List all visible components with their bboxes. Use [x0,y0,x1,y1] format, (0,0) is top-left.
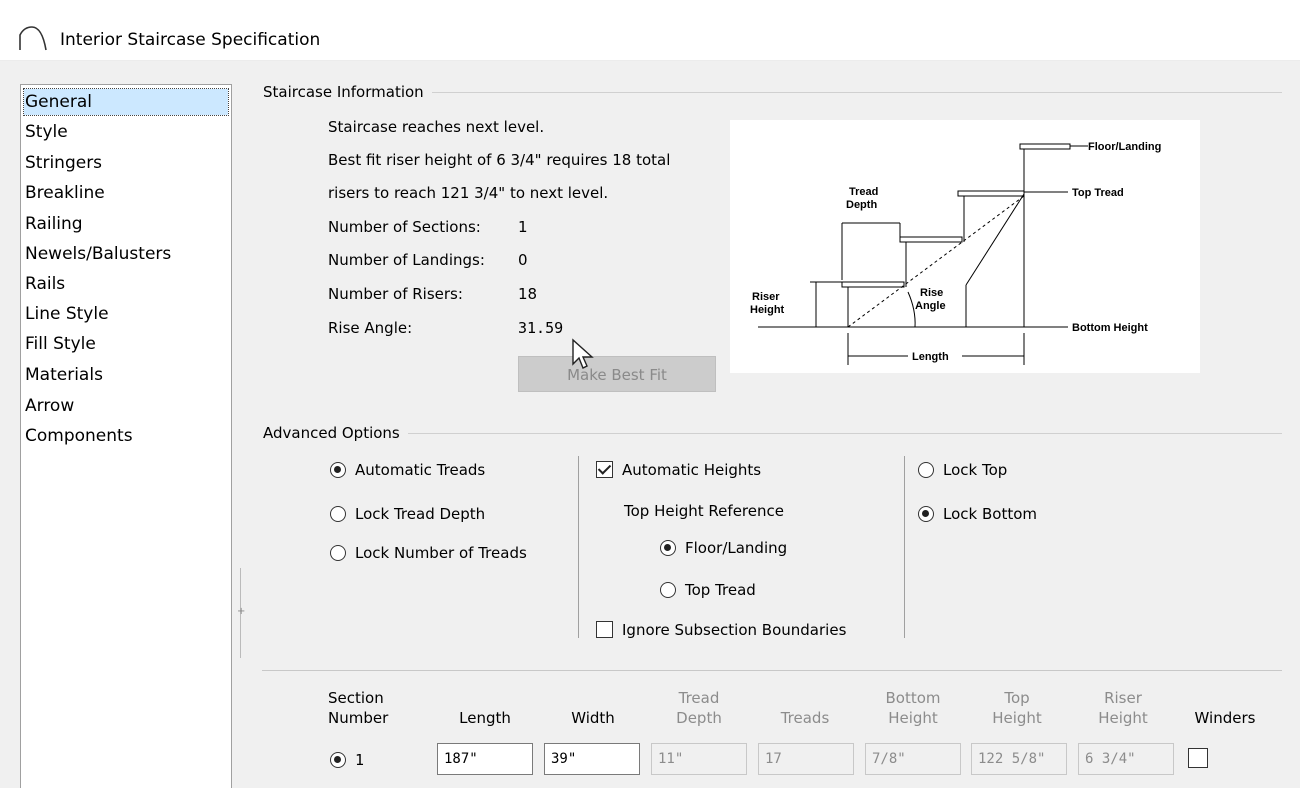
floor-landing-label: Floor/Landing [685,539,788,557]
lock-number-of-treads-radio[interactable]: Lock Number of Treads [330,541,527,565]
make-best-fit-button[interactable]: Make Best Fit [518,356,716,392]
advanced-group-label: Advanced Options [263,424,408,442]
checkbox-unchecked-icon [1188,747,1208,768]
nav-item-railing[interactable]: Railing [24,211,83,237]
staircase-diagram: Floor/Landing Top Tread Tread Depth Rise… [730,120,1200,373]
lock-tread-depth-radio[interactable]: Lock Tread Depth [330,502,485,526]
label-riser: Riser [752,291,780,303]
splitter-grip-icon[interactable]: + [237,606,245,617]
landings-value: 0 [518,251,528,269]
header-treads: Treads [780,709,830,727]
info-group-label: Staircase Information [263,83,432,101]
info-best-fit-text: Best fit riser height of 6 3/4" requires… [328,151,671,169]
separator-left [578,456,579,638]
radio-unselected-icon [660,581,676,598]
label-top-tread: Top Tread [1072,187,1124,199]
risers-label: Number of Risers: [328,285,463,303]
floor-landing-radio[interactable]: Floor/Landing [660,536,787,560]
label-angle: Angle [915,300,946,312]
mouse-cursor-icon [572,338,594,369]
lock-tread-depth-label: Lock Tread Depth [355,505,486,523]
bottom-height-input: 7/8" [865,743,961,775]
info-risers-text: risers to reach 121 3/4" to next level. [328,184,609,202]
top-height-reference-label: Top Height Reference [624,502,784,520]
radio-selected-icon [660,539,676,556]
winders-checkbox[interactable] [1188,747,1217,769]
top-tread-label: Top Tread [685,581,756,599]
sections-value: 1 [518,218,528,236]
separator-right [904,456,905,638]
section-1-radio[interactable]: 1 [330,748,364,772]
label-length: Length [912,351,949,363]
treads-input: 17 [758,743,854,775]
landings-label: Number of Landings: [328,251,485,269]
label-floor-landing: Floor/Landing [1088,141,1161,153]
checkbox-checked-icon [596,461,613,478]
header-section-number: Section Number [328,689,389,727]
rise-angle-label: Rise Angle: [328,319,413,337]
automatic-treads-radio[interactable]: Automatic Treads [330,458,485,482]
tread-depth-input: 11" [651,743,747,775]
width-input[interactable]: 39" [544,743,640,775]
lock-bottom-radio[interactable]: Lock Bottom [918,502,1037,526]
radio-unselected-icon [330,505,346,522]
label-depth: Depth [846,199,877,211]
sections-label: Number of Sections: [328,218,481,236]
nav-item-components[interactable]: Components [24,423,133,449]
header-winders: Winders [1194,709,1256,727]
nav-item-breakline[interactable]: Breakline [24,180,105,206]
top-height-input: 122 5/8" [971,743,1067,775]
automatic-treads-label: Automatic Treads [355,461,486,479]
category-list[interactable]: General Style Stringers Breakline Railin… [20,84,232,788]
advanced-group-line [270,433,1282,434]
nav-item-stringers[interactable]: Stringers [24,150,102,176]
length-input[interactable]: 187" [437,743,533,775]
window-title: Interior Staircase Specification [60,30,321,50]
risers-value: 18 [518,285,538,303]
lock-bottom-label: Lock Bottom [943,505,1037,523]
label-tread: Tread [849,186,878,198]
table-separator [262,670,1282,671]
ignore-subsection-checkbox[interactable]: Ignore Subsection Boundaries [596,618,846,642]
nav-item-rails[interactable]: Rails [24,271,65,297]
top-tread-radio[interactable]: Top Tread [660,578,756,602]
lock-number-of-treads-label: Lock Number of Treads [355,544,527,562]
radio-selected-icon [330,751,346,768]
radio-selected-icon [918,505,934,522]
header-riser-height: Riser Height [1098,689,1148,727]
radio-selected-icon [330,461,346,478]
nav-item-newels-balusters[interactable]: Newels/Balusters [24,241,171,267]
header-top-height: Top Height [992,689,1042,727]
nav-item-style[interactable]: Style [24,119,68,145]
riser-height-input: 6 3/4" [1078,743,1174,775]
nav-item-arrow[interactable]: Arrow [24,393,74,419]
section-number-value: 1 [355,751,365,769]
nav-item-fill-style[interactable]: Fill Style [24,331,96,357]
staircase-app-icon [19,26,47,51]
rise-angle-value: 31.59 [518,319,564,337]
checkbox-unchecked-icon [596,621,613,638]
header-tread-depth: Tread Depth [676,689,722,727]
radio-unselected-icon [918,461,934,478]
label-rise: Rise [920,287,943,299]
nav-item-line-style[interactable]: Line Style [24,301,109,327]
nav-item-general[interactable]: General [23,88,229,116]
automatic-heights-checkbox[interactable]: Automatic Heights [596,458,761,482]
header-bottom-height: Bottom Height [885,689,941,727]
label-height: Height [750,304,785,316]
label-bottom-height: Bottom Height [1072,322,1148,334]
ignore-subsection-label: Ignore Subsection Boundaries [622,621,847,639]
title-bar: Interior Staircase Specification [0,0,1300,61]
lock-top-label: Lock Top [943,461,1008,479]
nav-item-materials[interactable]: Materials [24,362,103,388]
radio-unselected-icon [330,544,346,561]
automatic-heights-label: Automatic Heights [622,461,762,479]
header-length: Length [459,709,511,727]
info-reaches-text: Staircase reaches next level. [328,118,545,136]
lock-top-radio[interactable]: Lock Top [918,458,1007,482]
header-width: Width [571,709,615,727]
